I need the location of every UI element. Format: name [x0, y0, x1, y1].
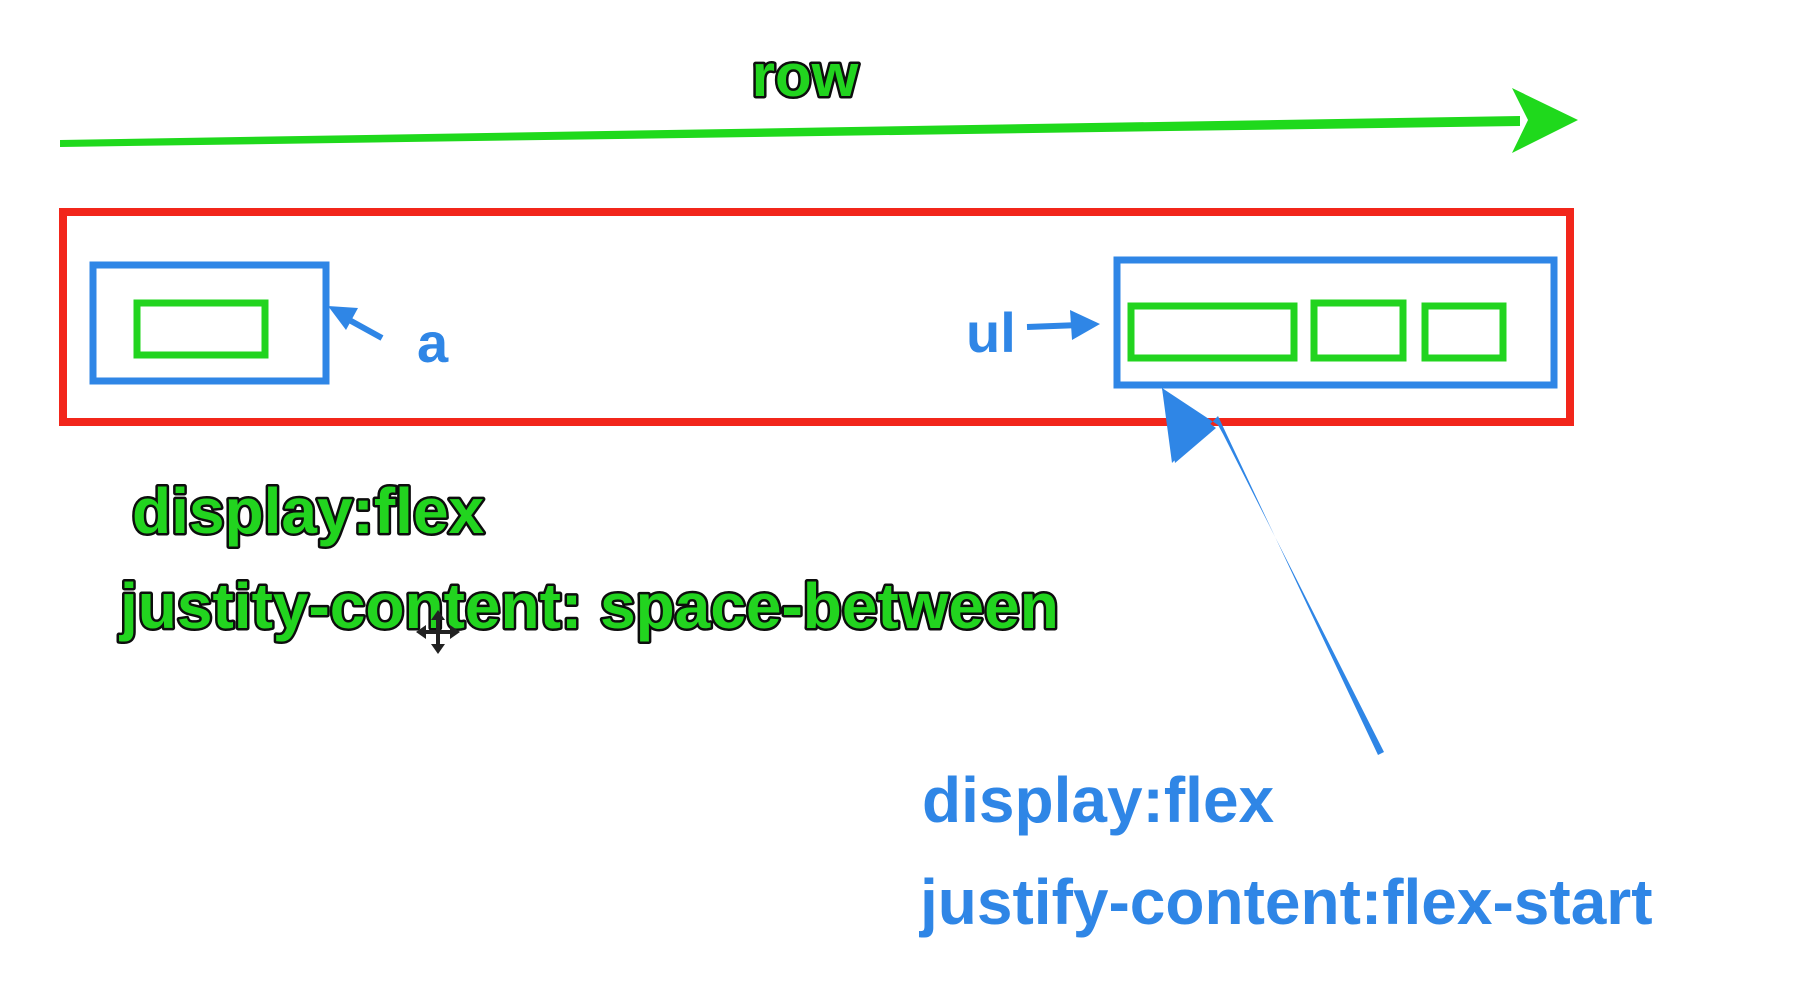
row-axis-arrowhead [1512, 88, 1578, 153]
element-ul-pointer-arrow [1026, 310, 1100, 340]
ul-rule-line2: justify-content:flex-start [919, 866, 1653, 938]
element-ul [1113, 256, 1558, 389]
row-axis-shaft [60, 116, 1520, 147]
ul-rule-callout-arrowhead [1162, 388, 1216, 463]
element-a [89, 261, 330, 385]
ul-item-1 [1127, 302, 1298, 362]
row-axis-label: row [752, 42, 859, 109]
element-ul-box [1113, 256, 1558, 389]
ul-rule-line1: display:flex [922, 764, 1275, 836]
flexbox-diagram: row a ul display:flex justity-content: s… [59, 40, 1656, 941]
element-a-pointer-arrow [328, 306, 384, 341]
parent-rule-line2: justity-content: space-between [119, 570, 1059, 642]
element-ul-label: ul [966, 301, 1016, 364]
element-a-inner-item [133, 299, 269, 359]
parent-rule-line1: display:flex [132, 475, 485, 547]
element-a-label: a [417, 311, 449, 374]
ul-item-3 [1421, 302, 1507, 362]
ul-item-2 [1310, 299, 1407, 362]
outer-flex-container [59, 208, 1574, 426]
element-a-box [89, 261, 330, 385]
